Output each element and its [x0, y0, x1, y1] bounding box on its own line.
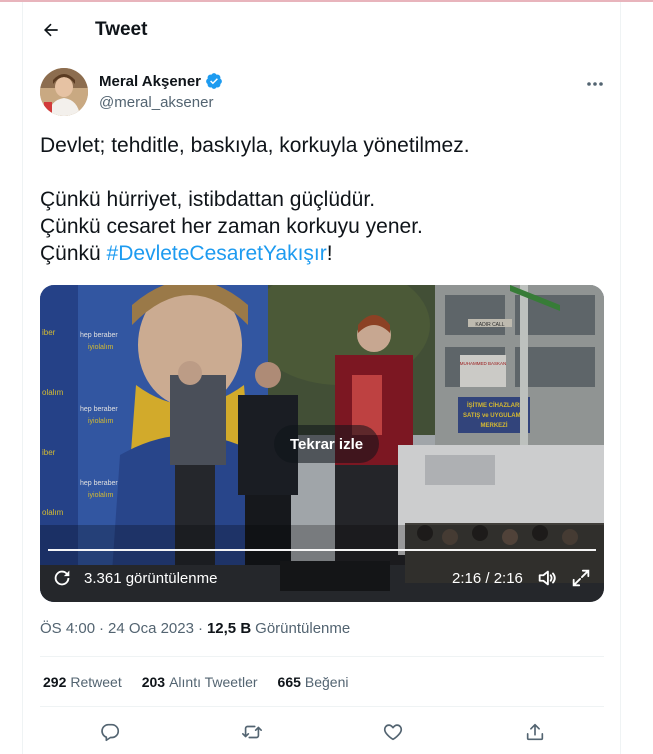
- tweet-author: Meral Akşener @meral_aksener: [40, 68, 610, 118]
- retweet-button[interactable]: [238, 718, 266, 746]
- share-icon: [526, 723, 544, 741]
- stat-label: Retweet: [70, 674, 122, 690]
- stat-retweets[interactable]: 292 Retweet: [43, 674, 122, 690]
- video-player[interactable]: KADIR CALL MUHAMMED BASKAN İŞİTME CİHAZL…: [40, 285, 604, 602]
- page-title: Tweet: [95, 19, 148, 40]
- like-icon: [383, 724, 403, 741]
- reply-button[interactable]: [96, 718, 124, 746]
- meta-separator: ·: [197, 620, 203, 637]
- divider: [40, 656, 604, 657]
- tweet-stats: 292 Retweet 203 Alıntı Tweetler 665 Beğeni: [43, 674, 368, 690]
- author-handle[interactable]: @meral_aksener: [99, 94, 213, 111]
- meta-separator: ·: [99, 620, 105, 637]
- like-button[interactable]: [379, 718, 407, 746]
- avatar[interactable]: [40, 68, 88, 116]
- author-name[interactable]: Meral Akşener: [99, 73, 201, 90]
- back-button[interactable]: [33, 12, 69, 48]
- divider: [40, 706, 604, 707]
- share-button[interactable]: [521, 718, 549, 746]
- tweet-time[interactable]: ÖS 4:00: [40, 620, 95, 637]
- tweet-line-3: Çünkü cesaret her zaman korkuyu yener.: [40, 215, 423, 238]
- tweet-views-count: 12,5 B: [206, 620, 252, 637]
- author-name-row: Meral Akşener: [99, 72, 223, 90]
- tweet-line-2: Çünkü hürriyet, istibdattan güçlüdür.: [40, 188, 376, 211]
- stat-count: 665: [277, 674, 301, 690]
- avatar-image: [40, 68, 88, 116]
- replay-button[interactable]: Tekrar izle: [274, 425, 380, 463]
- reply-icon: [101, 723, 120, 742]
- stat-count: 292: [43, 674, 67, 690]
- tweet-text: Devlet; tehditle, baskıyla, korkuyla yön…: [40, 132, 605, 267]
- stat-label: Beğeni: [304, 674, 349, 690]
- hashtag-link[interactable]: #DevleteCesaretYakışır: [107, 242, 327, 265]
- volume-icon[interactable]: [536, 567, 558, 589]
- verified-badge-icon: [206, 73, 222, 89]
- more-horizontal-icon: [587, 82, 603, 86]
- arrow-left-icon: [44, 23, 58, 37]
- more-options-button[interactable]: [580, 72, 610, 96]
- top-accent-line: [0, 0, 653, 2]
- stat-likes[interactable]: 665 Beğeni: [278, 674, 349, 690]
- tweet-line-4-prefix: Çünkü: [40, 242, 107, 265]
- tweet-meta: ÖS 4:00 · 24 Oca 2023 · 12,5 B Görüntüle…: [40, 620, 350, 637]
- fullscreen-icon[interactable]: [570, 567, 592, 589]
- stat-quote-tweets[interactable]: 203 Alıntı Tweetler: [142, 674, 258, 690]
- video-views-count: 3.361 görüntülenme: [84, 570, 218, 587]
- column-border-left: [22, 2, 23, 754]
- tweet-line-4-suffix: !: [326, 242, 333, 265]
- video-time: 2:16 / 2:16: [452, 570, 523, 587]
- tweet-actions: [40, 718, 604, 746]
- column-border-right: [620, 2, 621, 754]
- video-controls: 3.361 görüntülenme 2:16 / 2:16: [40, 563, 604, 595]
- stat-count: 203: [141, 674, 166, 690]
- replay-icon[interactable]: [51, 567, 73, 589]
- tweet-views-label: Görüntülenme: [255, 620, 351, 637]
- retweet-icon: [242, 725, 262, 739]
- tweet-date[interactable]: 24 Oca 2023: [108, 620, 194, 637]
- tweet-line-4: Çünkü #DevleteCesaretYakışır!: [40, 240, 605, 267]
- video-progress-bar[interactable]: [48, 549, 596, 551]
- tweet-line-1: Devlet; tehditle, baskıyla, korkuyla yön…: [40, 134, 470, 157]
- stat-label: Alıntı Tweetler: [169, 674, 258, 690]
- page-header: Tweet: [23, 8, 620, 52]
